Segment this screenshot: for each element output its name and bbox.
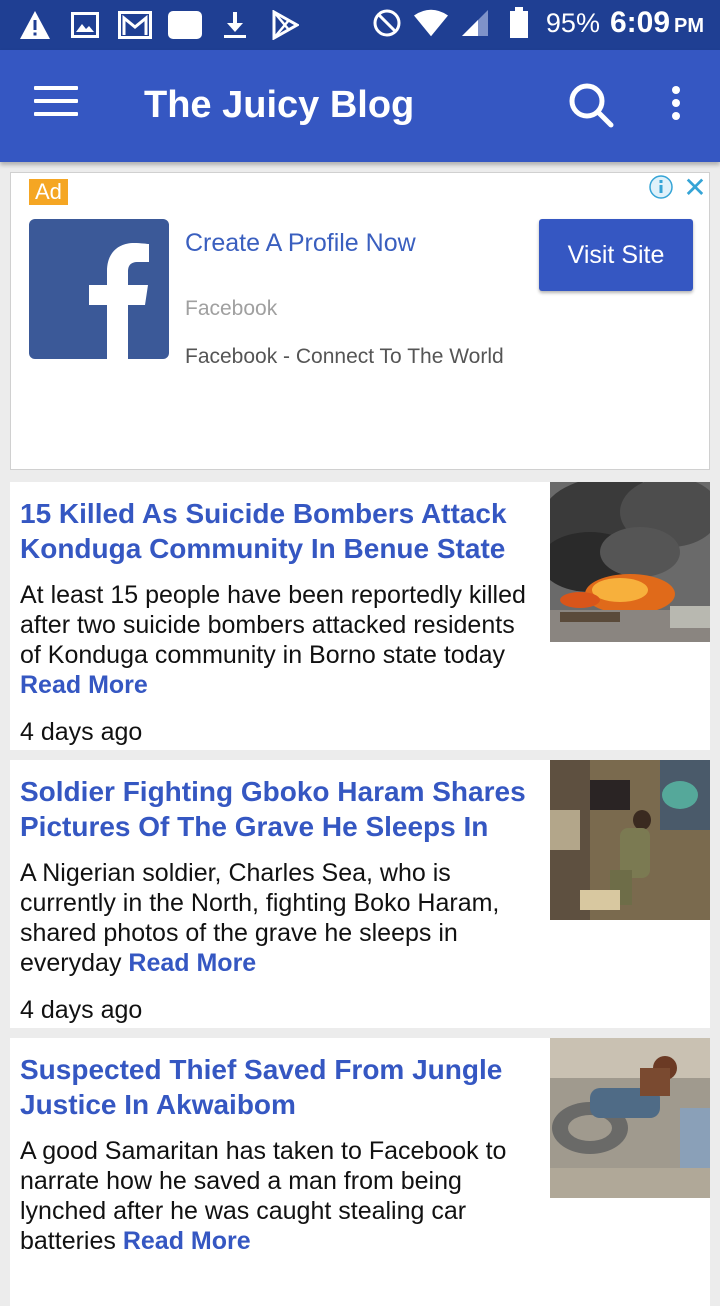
article-thumbnail[interactable]: [550, 1038, 710, 1198]
article-excerpt-text: A Nigerian soldier, Charles Sea, who is …: [20, 859, 500, 977]
hamburger-icon: [34, 86, 78, 90]
overflow-menu-button[interactable]: [664, 86, 688, 126]
read-more-link[interactable]: Read More: [20, 671, 148, 699]
play-store-icon: [268, 8, 302, 42]
article-excerpt-text: A good Samaritan has taken to Facebook t…: [20, 1137, 507, 1255]
article-card[interactable]: Suspected Thief Saved From Jungle Justic…: [10, 1038, 710, 1306]
menu-button[interactable]: [34, 86, 78, 126]
more-vert-icon: [672, 86, 680, 94]
article-excerpt: At least 15 people have been reportedly …: [20, 580, 540, 700]
article-title[interactable]: Soldier Fighting Gboko Haram Shares Pict…: [20, 774, 530, 844]
article-excerpt-text: At least 15 people have been reportedly …: [20, 581, 526, 669]
article-excerpt: A Nigerian soldier, Charles Sea, who is …: [20, 858, 540, 978]
system-status: 95% 6:09 PM: [370, 6, 704, 40]
clock: 6:09 PM: [610, 6, 704, 40]
gmail-icon: [118, 8, 152, 42]
article-thumbnail[interactable]: [550, 760, 710, 920]
article-timestamp: 4 days ago: [20, 718, 143, 746]
clock-time: 6:09: [609, 6, 670, 39]
message-icon: [168, 8, 202, 42]
read-more-link[interactable]: Read More: [128, 949, 256, 977]
article-title[interactable]: Suspected Thief Saved From Jungle Justic…: [20, 1052, 530, 1122]
ad-card[interactable]: Ad ✕ Create A Profile Now Facebook Faceb…: [10, 172, 710, 470]
battery-icon: [502, 6, 536, 40]
wifi-icon: [413, 6, 448, 40]
ad-source: Facebook: [185, 297, 278, 320]
search-icon: [569, 83, 614, 128]
article-timestamp: 4 days ago: [20, 996, 143, 1024]
warning-icon: [18, 8, 52, 42]
image-icon: [68, 8, 102, 42]
article-title[interactable]: 15 Killed As Suicide Bombers Attack Kond…: [20, 496, 530, 566]
notification-icons: [18, 8, 302, 42]
search-button[interactable]: [566, 80, 616, 130]
read-more-link[interactable]: Read More: [123, 1227, 251, 1255]
ad-close-icon[interactable]: ✕: [681, 174, 709, 203]
app-title: The Juicy Blog: [144, 84, 415, 126]
article-thumbnail[interactable]: [550, 482, 710, 642]
status-bar: 95% 6:09 PM: [0, 0, 720, 50]
battery-percent: 95%: [545, 7, 600, 38]
clock-ampm: PM: [674, 15, 704, 37]
ad-headline[interactable]: Create A Profile Now: [185, 229, 416, 258]
ad-info-icon[interactable]: [649, 175, 673, 199]
article-card[interactable]: 15 Killed As Suicide Bombers Attack Kond…: [10, 482, 710, 750]
ad-badge: Ad: [29, 179, 68, 205]
article-card[interactable]: Soldier Fighting Gboko Haram Shares Pict…: [10, 760, 710, 1028]
article-excerpt: A good Samaritan has taken to Facebook t…: [20, 1136, 540, 1256]
download-icon: [218, 8, 252, 42]
do-not-disturb-icon: [370, 6, 404, 40]
app-bar: The Juicy Blog: [0, 50, 720, 162]
visit-site-button[interactable]: Visit Site: [539, 219, 693, 291]
facebook-logo-icon[interactable]: [29, 219, 169, 359]
ad-description: Facebook - Connect To The World: [185, 345, 504, 368]
signal-icon: [458, 6, 492, 40]
